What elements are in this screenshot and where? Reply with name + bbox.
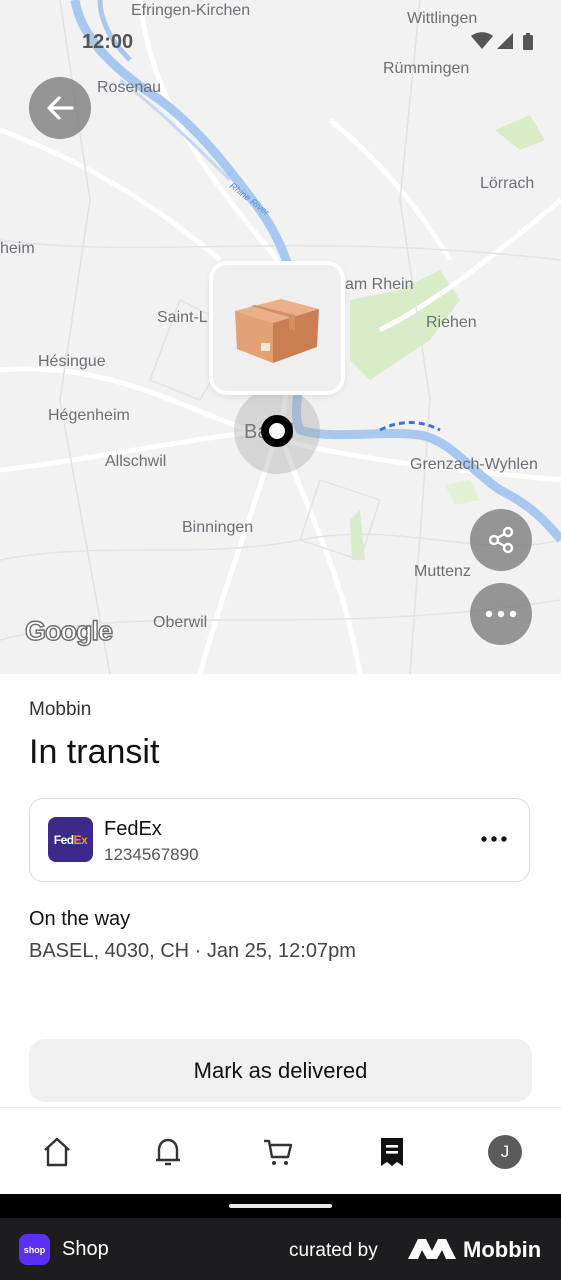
- map-label: Allschwil: [105, 453, 167, 470]
- more-horizontal-icon: [485, 610, 517, 618]
- bell-icon: [156, 1138, 180, 1166]
- battery-icon: [523, 35, 533, 50]
- map-label: Hégenheim: [48, 407, 130, 424]
- map-label: Rümmingen: [383, 60, 470, 77]
- gesture-handle[interactable]: [229, 1204, 332, 1208]
- carrier-more-button[interactable]: [481, 829, 507, 847]
- cart-icon: [264, 1139, 293, 1165]
- wifi-icon: [471, 32, 493, 49]
- mobbin-footer: shop Shop curated by Mobbin: [0, 1218, 561, 1280]
- map-label: Saint-L: [157, 309, 208, 326]
- mobbin-logo-icon: [408, 1239, 456, 1259]
- tracking-event-detail: BASEL, 4030, CH · Jan 25, 12:07pm: [29, 940, 356, 962]
- tracking-event-title: On the way: [29, 908, 131, 930]
- fedex-logo: Fed Ex: [48, 817, 93, 862]
- merchant-name: Mobbin: [29, 699, 92, 720]
- signal-icon: [497, 33, 513, 49]
- avatar: J: [488, 1135, 522, 1169]
- share-icon: [488, 526, 514, 554]
- map-label: Wittlingen: [407, 10, 478, 27]
- tracking-number: 1234567890: [104, 845, 199, 864]
- nav-home[interactable]: [37, 1132, 77, 1172]
- package-box-icon: [235, 299, 319, 363]
- more-horizontal-icon: [481, 836, 507, 842]
- gesture-bar: [0, 1194, 561, 1218]
- orders-icon: [381, 1138, 403, 1166]
- more-options-button[interactable]: [470, 583, 532, 645]
- map-label: am Rhein: [345, 276, 414, 293]
- carrier-name: FedEx: [104, 818, 162, 840]
- map-label: heim: [0, 240, 35, 257]
- map-label: Muttenz: [414, 563, 471, 580]
- nav-notifications[interactable]: [148, 1132, 188, 1172]
- carrier-card[interactable]: Fed Ex FedEx 1234567890: [29, 798, 530, 882]
- google-logo: Google: [24, 615, 113, 646]
- mobbin-brand: Mobbin: [463, 1237, 542, 1262]
- order-status-title: In transit: [29, 733, 160, 771]
- bottom-navigation: J: [0, 1107, 561, 1195]
- curated-by-label: curated by: [289, 1240, 378, 1261]
- map-label: Rosenau: [97, 79, 162, 96]
- location-pin[interactable]: [261, 415, 293, 447]
- back-button[interactable]: [29, 77, 91, 139]
- nav-cart[interactable]: [258, 1132, 298, 1172]
- mark-as-delivered-button[interactable]: Mark as delivered: [29, 1039, 532, 1102]
- map-label: Riehen: [426, 314, 477, 331]
- nav-profile[interactable]: J: [485, 1132, 525, 1172]
- package-marker[interactable]: [213, 265, 341, 391]
- nav-orders[interactable]: [372, 1132, 412, 1172]
- status-time: 12:00: [82, 31, 134, 53]
- arrow-left-icon: [47, 96, 74, 120]
- map-label: Binningen: [182, 519, 254, 536]
- map-label: Lörrach: [480, 175, 535, 192]
- status-icons: [471, 32, 533, 50]
- map-view[interactable]: Efringen-Kirchen Wittlingen Rümmingen Ro…: [0, 0, 561, 674]
- map-label: Hésingue: [38, 353, 106, 370]
- app-name: Shop: [62, 1238, 109, 1260]
- shop-app-icon: shop: [19, 1234, 50, 1265]
- home-icon: [44, 1137, 70, 1167]
- share-button[interactable]: [470, 509, 532, 571]
- map-label: Grenzach-Wyhlen: [410, 456, 538, 473]
- map-label: Oberwil: [153, 614, 208, 631]
- map-label: Efringen-Kirchen: [131, 2, 251, 19]
